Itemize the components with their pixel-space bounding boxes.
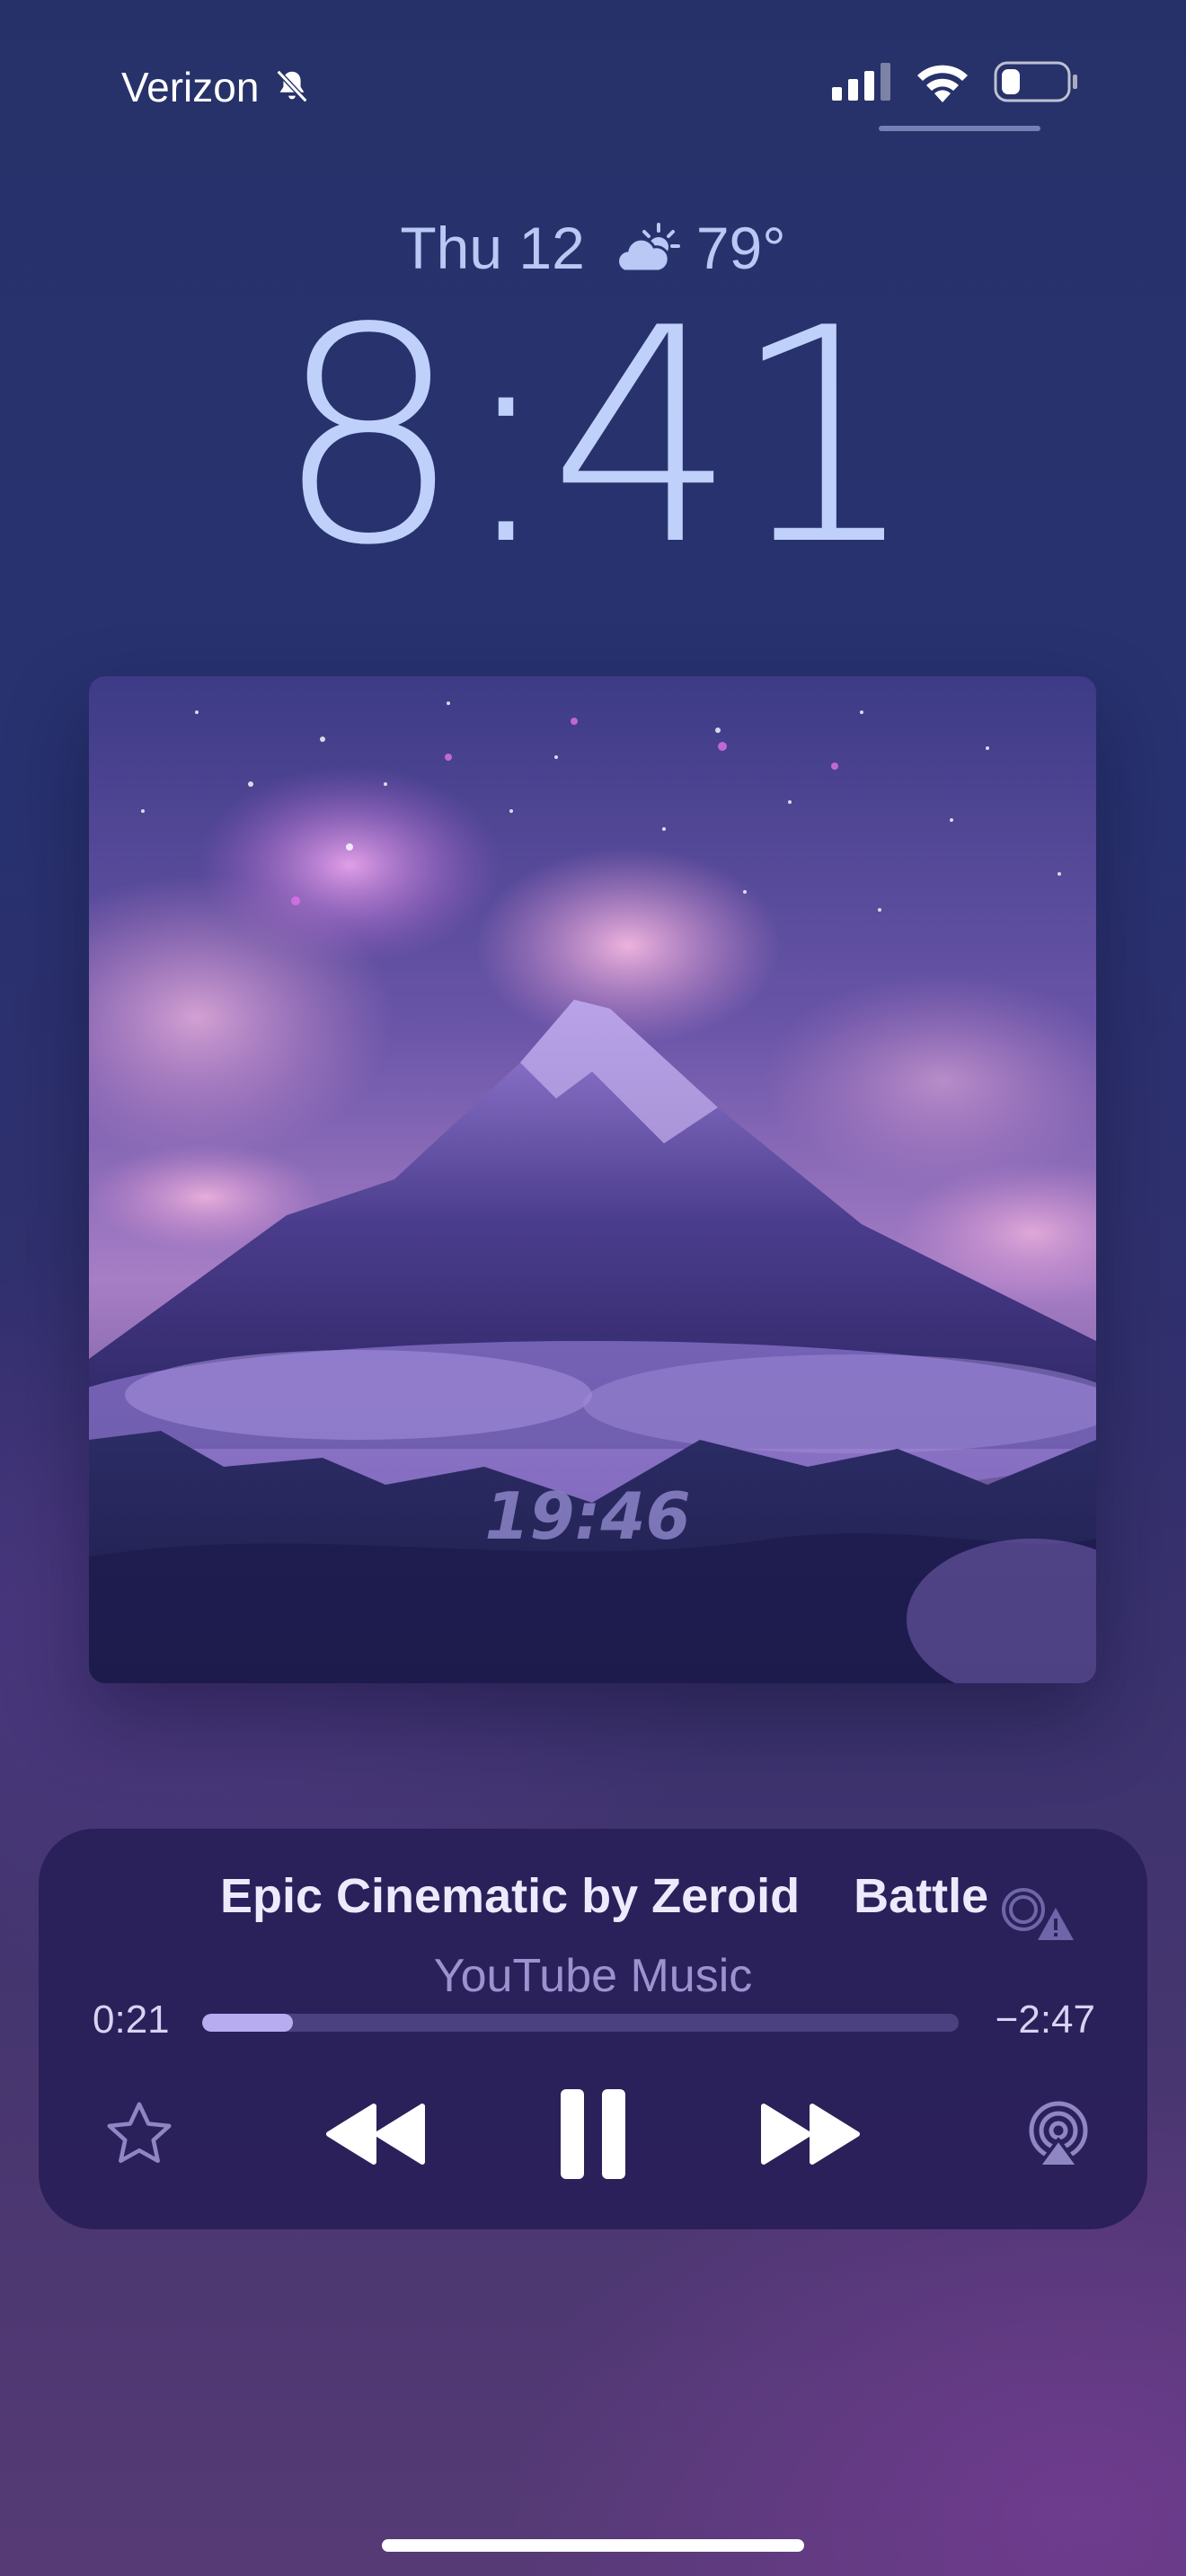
track-title-primary: Epic Cinematic by Zeroid bbox=[220, 1869, 801, 1923]
favorite-button[interactable] bbox=[94, 2089, 184, 2179]
source-app-label[interactable]: YouTube Music bbox=[39, 1949, 1147, 2003]
now-playing-panel: Epic Cinematic by Zeroid Battle YouTube … bbox=[39, 1829, 1147, 2229]
wifi-icon bbox=[917, 65, 968, 102]
star-icon bbox=[107, 2102, 172, 2164]
track-title: Epic Cinematic by Zeroid Battle bbox=[220, 1868, 1011, 1924]
airplay-audio-icon bbox=[1029, 2101, 1088, 2168]
progress-scrubber[interactable] bbox=[202, 2014, 959, 2032]
status-indicator-pill bbox=[879, 126, 1040, 131]
bell-slash-icon bbox=[277, 69, 308, 103]
status-carrier: Verizon bbox=[121, 63, 313, 111]
elapsed-time: 0:21 bbox=[93, 1998, 170, 2042]
airplay-button[interactable] bbox=[1013, 2089, 1103, 2179]
airplay-warning-icon[interactable] bbox=[998, 1883, 1079, 1945]
status-icons bbox=[832, 61, 1078, 102]
lock-clock: 8:41 bbox=[274, 265, 918, 610]
backward-icon bbox=[326, 2104, 425, 2165]
battery-icon bbox=[994, 61, 1077, 102]
forward-icon bbox=[761, 2104, 860, 2165]
previous-button[interactable] bbox=[310, 2089, 445, 2179]
remaining-time: −2:47 bbox=[995, 1998, 1095, 2042]
pause-button[interactable] bbox=[548, 2080, 638, 2188]
track-title-next: Battle bbox=[854, 1869, 989, 1923]
home-indicator[interactable] bbox=[382, 2539, 804, 2552]
artwork-overlay-text: 19:46 bbox=[484, 1478, 690, 1554]
next-button[interactable] bbox=[741, 2089, 876, 2179]
artwork-image: 19:46 bbox=[89, 676, 1096, 1683]
cellular-signal-icon bbox=[832, 63, 890, 101]
pause-icon bbox=[561, 2089, 625, 2179]
progress-fill bbox=[202, 2014, 294, 2032]
carrier-label: Verizon bbox=[121, 64, 260, 110]
album-artwork[interactable]: 19:46 bbox=[89, 676, 1096, 1683]
